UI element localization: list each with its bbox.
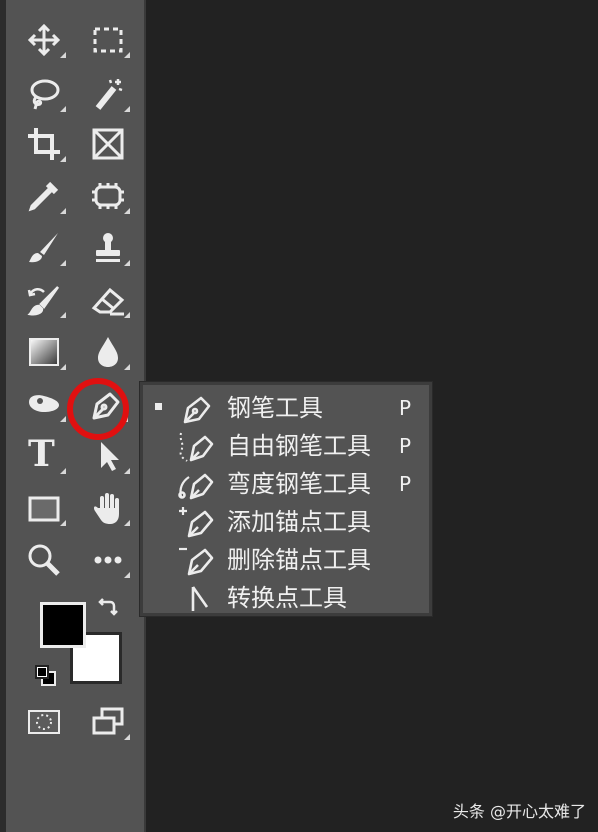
lasso-icon xyxy=(30,79,60,110)
rectangle-tool[interactable] xyxy=(22,488,66,528)
submenu-indicator xyxy=(60,260,66,266)
menu-item-add-anchor-point-tool[interactable]: 添加锚点工具 xyxy=(143,503,429,541)
marquee-icon xyxy=(93,27,123,53)
screen-mode[interactable] xyxy=(86,702,130,742)
submenu-indicator xyxy=(124,106,130,112)
screen-mode-icon xyxy=(92,707,124,735)
menu-item-convert-point-tool[interactable]: 转换点工具 xyxy=(143,579,429,617)
magic-wand-icon xyxy=(95,79,123,110)
menu-item-label: 弯度钢笔工具 xyxy=(227,470,371,498)
rectangular-marquee-tool[interactable] xyxy=(86,20,130,60)
submenu-indicator xyxy=(124,260,130,266)
brush-icon xyxy=(29,233,58,263)
type-icon: T xyxy=(28,433,55,475)
arrow-icon xyxy=(101,442,119,471)
spot-healing-tool[interactable] xyxy=(86,176,130,216)
stamp-icon xyxy=(96,233,120,262)
submenu-indicator xyxy=(124,734,130,740)
submenu-indicator xyxy=(60,106,66,112)
crop-tool[interactable] xyxy=(22,124,66,164)
pen-tools-flyout-menu: 钢笔工具 P 自由钢笔工具 P 弯度钢笔工具 P 添加锚点工具 删除锚点工具 转… xyxy=(140,382,432,616)
submenu-indicator xyxy=(124,572,130,578)
eyedropper-tool[interactable] xyxy=(22,176,66,216)
submenu-indicator xyxy=(124,520,130,526)
move-icon xyxy=(27,23,61,57)
menu-item-label: 添加锚点工具 xyxy=(227,508,371,536)
brush-tool[interactable] xyxy=(22,228,66,268)
path-selection-tool[interactable] xyxy=(86,436,130,476)
selected-bullet xyxy=(155,403,162,410)
ellipsis-icon xyxy=(94,556,122,564)
menu-item-label: 转换点工具 xyxy=(227,584,347,612)
eraser-tool[interactable] xyxy=(86,280,130,320)
swap-colors-icon[interactable] xyxy=(96,596,120,620)
dodge-icon xyxy=(29,395,59,412)
magic-wand-tool[interactable] xyxy=(86,74,130,114)
submenu-indicator xyxy=(60,52,66,58)
hand-icon xyxy=(94,493,119,524)
submenu-indicator xyxy=(60,208,66,214)
menu-item-label: 钢笔工具 xyxy=(227,394,323,422)
submenu-indicator xyxy=(60,520,66,526)
source-watermark: 头条 @开心太难了 xyxy=(452,802,586,821)
submenu-indicator xyxy=(60,156,66,162)
healing-icon xyxy=(92,183,124,209)
blur-tool[interactable] xyxy=(86,332,130,372)
curvature-pen-icon xyxy=(178,473,214,500)
history-brush-tool[interactable] xyxy=(22,280,66,320)
menu-item-label: 删除锚点工具 xyxy=(227,546,371,574)
submenu-indicator xyxy=(60,312,66,318)
shortcut-key: P xyxy=(399,472,412,496)
submenu-indicator xyxy=(60,364,66,370)
submenu-indicator xyxy=(60,468,66,474)
submenu-indicator xyxy=(124,208,130,214)
submenu-indicator xyxy=(124,52,130,58)
gradient-icon xyxy=(29,338,59,366)
menu-item-delete-anchor-point-tool[interactable]: 删除锚点工具 xyxy=(143,541,429,579)
pen-tool-highlight-ring xyxy=(67,378,129,440)
shortcut-key: P xyxy=(399,396,412,420)
rectangle-icon xyxy=(28,496,60,522)
history-brush-icon xyxy=(27,286,60,316)
crop-icon xyxy=(28,128,60,160)
foreground-color-swatch[interactable] xyxy=(40,602,86,648)
submenu-indicator xyxy=(124,468,130,474)
move-tool[interactable] xyxy=(22,20,66,60)
freeform-pen-icon xyxy=(179,432,214,462)
menu-item-pen-tool[interactable]: 钢笔工具 P xyxy=(143,389,429,427)
default-colors-icon[interactable] xyxy=(34,664,58,688)
submenu-indicator xyxy=(60,416,66,422)
eyedropper-icon xyxy=(28,181,59,212)
menu-item-curvature-pen-tool[interactable]: 弯度钢笔工具 P xyxy=(143,465,429,503)
hand-tool[interactable] xyxy=(86,488,130,528)
pen-icon xyxy=(183,396,211,424)
submenu-indicator xyxy=(124,364,130,370)
type-tool[interactable]: T xyxy=(22,433,66,476)
frame-tool[interactable] xyxy=(86,124,130,164)
dodge-tool[interactable] xyxy=(22,384,66,424)
quick-mask-icon xyxy=(28,710,60,734)
zoom-tool[interactable] xyxy=(22,540,66,580)
lasso-tool[interactable] xyxy=(22,74,66,114)
clone-stamp-tool[interactable] xyxy=(86,228,130,268)
quick-mask-mode[interactable] xyxy=(22,702,66,742)
add-anchor-icon xyxy=(179,507,214,538)
frame-icon xyxy=(92,128,124,160)
menu-item-label: 自由钢笔工具 xyxy=(227,432,371,460)
zoom-icon xyxy=(28,544,60,576)
submenu-indicator xyxy=(124,312,130,318)
blur-drop-icon xyxy=(98,337,118,367)
convert-point-icon xyxy=(191,586,209,611)
delete-anchor-icon xyxy=(179,547,214,576)
eraser-icon xyxy=(91,287,125,316)
shortcut-key: P xyxy=(399,434,412,458)
menu-item-freeform-pen-tool[interactable]: 自由钢笔工具 P xyxy=(143,427,429,465)
gradient-tool[interactable] xyxy=(22,332,66,372)
more-tools[interactable] xyxy=(86,540,130,580)
